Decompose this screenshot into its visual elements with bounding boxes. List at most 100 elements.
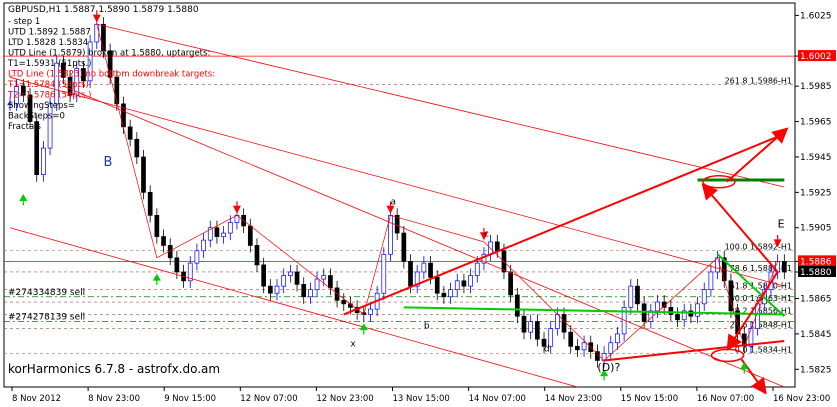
wave-label: B xyxy=(103,155,112,170)
candle-body xyxy=(508,271,513,296)
x-tick-label: 16 Nov 07:00 xyxy=(697,394,754,404)
candle-body xyxy=(715,257,720,273)
candle-body xyxy=(655,301,660,312)
candle-body xyxy=(294,271,300,285)
wave-label: a xyxy=(390,198,396,208)
candle-body xyxy=(334,287,340,301)
candle-body xyxy=(581,342,587,351)
candle-body xyxy=(514,294,520,317)
order-ticket-label: #274334839 sell xyxy=(8,288,85,298)
wave-label: E xyxy=(778,218,785,231)
candle-body xyxy=(194,250,200,264)
candle-body xyxy=(474,262,480,276)
candle-body xyxy=(147,191,153,216)
candle-body xyxy=(555,314,560,329)
x-tick-label: 14 Nov 23:00 xyxy=(545,394,602,404)
y-tick-label: 1.5905 xyxy=(800,224,832,234)
y-tick-label: 1.5880 xyxy=(800,268,832,278)
chart-window: 261.8 1.5986-H1 100.0 1.5892-H1 78.6 1.588… xyxy=(0,0,837,407)
candle-body xyxy=(708,271,714,291)
candle-body xyxy=(428,262,433,278)
info-line: LTD Line (1.5823) no bottom downbreak ta… xyxy=(8,70,215,80)
candle-body xyxy=(521,315,527,333)
candle-body xyxy=(134,138,140,158)
x-tick-label: 16 Nov 23:00 xyxy=(773,394,830,404)
info-line: T1=1.5784 (54pts) xyxy=(7,80,89,90)
y-tick-label: 1.5845 xyxy=(800,330,832,340)
candle-body xyxy=(341,299,347,305)
info-line: BackSteps=0 xyxy=(8,112,65,122)
plot-frame xyxy=(3,2,796,388)
info-line: UTD Line (1.5879) broken at 1.5880, upta… xyxy=(8,49,210,59)
candle-body xyxy=(201,239,206,252)
info-line: - step 1 xyxy=(8,17,40,27)
candle-body xyxy=(468,275,473,287)
candle-body xyxy=(288,271,293,276)
candle-body xyxy=(227,222,233,234)
x-tick-label: 12 Nov 23:00 xyxy=(316,394,373,404)
candle-body xyxy=(528,321,534,333)
candle-body xyxy=(494,241,500,252)
info-line: ShowingSteps= xyxy=(8,101,75,111)
candle-body xyxy=(314,278,320,291)
watermark: korHarmonics 6.7.8 - astrofx.do.am xyxy=(8,362,221,376)
candle-body xyxy=(668,307,674,315)
candle-body xyxy=(408,261,413,287)
candle-body xyxy=(381,253,387,294)
x-tick-label: 9 Nov 15:00 xyxy=(164,394,216,404)
candle-body xyxy=(441,292,447,298)
wave-label: c xyxy=(484,230,489,240)
candle-body xyxy=(368,308,373,315)
fib-label: 61.8 1.5870-H1 xyxy=(730,282,792,291)
price-chart[interactable]: 261.8 1.5986-H1100.0 1.5892-H178.6 1.588… xyxy=(0,0,837,407)
candle-body xyxy=(141,156,146,193)
candle-body xyxy=(461,280,467,287)
candle-body xyxy=(308,289,313,298)
candle-body xyxy=(94,23,100,43)
candle-body xyxy=(401,232,407,262)
candle-body xyxy=(161,236,166,246)
x-tick-label: 13 Nov 15:00 xyxy=(393,394,450,404)
info-line: T1=1.5931 (51pts.) xyxy=(7,59,91,69)
candle-body xyxy=(41,147,46,175)
wave-label: x xyxy=(350,339,356,349)
candle-body xyxy=(608,342,614,354)
candle-body xyxy=(281,275,287,287)
candle-body xyxy=(534,321,540,340)
x-tick-label: 8 Nov 23:00 xyxy=(88,394,140,404)
y-tick-label: 1.5825 xyxy=(800,365,832,375)
info-line: T2=1.5786 (54pts.) xyxy=(7,91,91,101)
candle-body xyxy=(221,232,226,237)
x-tick-label: 15 Nov 15:00 xyxy=(621,394,678,404)
y-tick-label: 1.5945 xyxy=(800,153,832,163)
candle-body xyxy=(328,275,333,289)
fib-label: 261.8 1.5986-H1 xyxy=(725,76,792,85)
candle-body xyxy=(101,23,106,52)
candle-body xyxy=(301,284,307,298)
candle-body xyxy=(274,285,280,294)
candle-body xyxy=(421,262,427,273)
candle-body xyxy=(214,227,220,237)
x-axis xyxy=(11,387,774,391)
candle-body xyxy=(261,264,267,287)
candle-body xyxy=(321,275,327,280)
candle-body xyxy=(695,303,700,317)
info-line: Fractals xyxy=(8,122,42,132)
y-tick-label: 1.5865 xyxy=(800,295,832,305)
wave-label: b xyxy=(424,322,430,332)
order-ticket-label: #274278139 sell xyxy=(8,313,85,323)
candle-body xyxy=(781,261,787,273)
candle-body xyxy=(628,285,634,308)
candle-body xyxy=(454,280,460,291)
wave-label: (D)? xyxy=(597,361,620,374)
candle-body xyxy=(254,245,260,266)
candle-body xyxy=(267,285,273,294)
candle-body xyxy=(114,76,120,105)
candle-body xyxy=(448,289,453,298)
candle-body xyxy=(127,126,133,140)
x-tick-label: 8 Nov 2012 xyxy=(12,394,61,404)
y-tick-label: 1.6002 xyxy=(800,52,832,62)
x-tick-label: 14 Nov 07:00 xyxy=(469,394,526,404)
y-tick-label: 1.5965 xyxy=(800,118,832,128)
candle-body xyxy=(615,333,620,344)
